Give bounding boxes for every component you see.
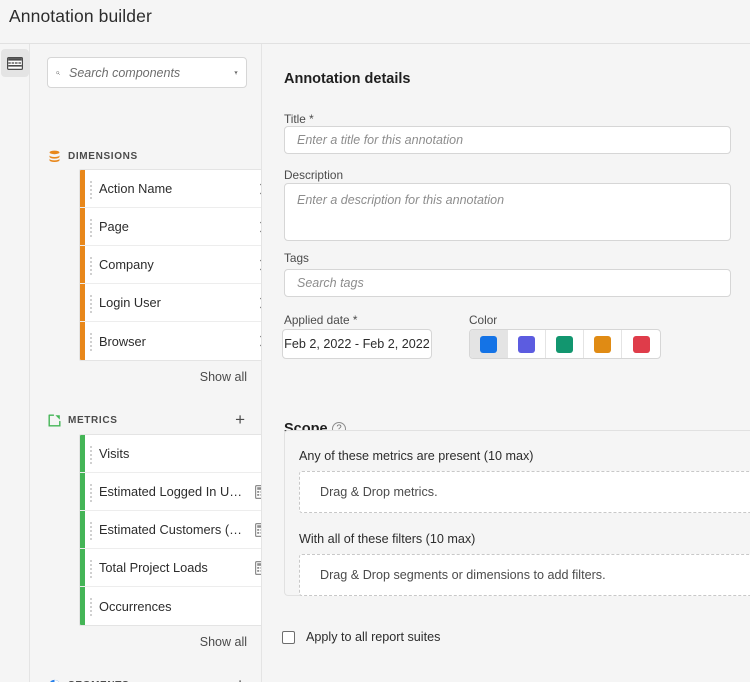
table-grid-icon-button[interactable] xyxy=(1,49,29,77)
chevron-right-icon[interactable] xyxy=(260,335,262,347)
dimension-accent-bar xyxy=(80,170,85,207)
metric-accent-bar xyxy=(80,587,85,625)
section-header-dimensions: DIMENSIONS xyxy=(48,148,246,164)
chevron-right-icon[interactable] xyxy=(260,183,262,194)
chevron-right-icon[interactable] xyxy=(260,259,262,270)
apply-to-all-checkbox[interactable] xyxy=(282,630,295,644)
color-label: Color xyxy=(469,313,498,327)
list-item[interactable]: Browser xyxy=(80,322,262,360)
calculator-icon xyxy=(255,484,261,499)
scope-container: Any of these metrics are present (10 max… xyxy=(284,430,750,596)
search-components-field[interactable] xyxy=(47,57,247,88)
left-icon-rail xyxy=(0,44,30,682)
metric-accent-bar xyxy=(80,511,85,548)
metrics-dropzone-label: Any of these metrics are present (10 max… xyxy=(299,449,534,463)
dimension-accent-bar xyxy=(80,322,85,360)
metric-accent-bar xyxy=(80,549,85,586)
list-item-label: Occurrences xyxy=(99,598,172,614)
show-all-metrics[interactable]: Show all xyxy=(200,635,247,649)
chevron-right-icon[interactable] xyxy=(260,297,262,308)
show-all-dimensions[interactable]: Show all xyxy=(200,370,247,384)
list-item-label: Total Project Loads xyxy=(99,560,208,575)
list-item[interactable]: Company xyxy=(80,246,262,284)
list-item[interactable]: Action Name xyxy=(80,170,262,208)
drag-handle-icon[interactable] xyxy=(90,559,93,578)
list-item[interactable]: Page xyxy=(80,208,262,246)
calculator-icon xyxy=(255,522,261,537)
chevron-right-icon[interactable] xyxy=(260,221,262,232)
drag-handle-icon[interactable] xyxy=(90,180,93,199)
metric-accent-bar xyxy=(80,435,85,472)
segments-icon xyxy=(49,679,60,682)
drag-handle-icon[interactable] xyxy=(90,218,93,237)
drag-handle-icon[interactable] xyxy=(90,256,93,275)
drag-handle-icon[interactable] xyxy=(90,521,93,540)
color-swatch-orange[interactable] xyxy=(584,330,622,358)
list-item[interactable]: Total Project Loads xyxy=(80,549,261,587)
dimension-accent-bar xyxy=(80,284,85,321)
list-item-label: Estimated Customers (SPA) xyxy=(99,522,247,537)
filter-icon[interactable] xyxy=(234,66,238,80)
drag-handle-icon[interactable] xyxy=(90,598,93,616)
description-field-label: Description xyxy=(284,168,344,182)
section-header-segments: SEGMENTS + xyxy=(48,676,246,682)
color-swatch-group xyxy=(469,329,661,359)
metrics-icon xyxy=(48,414,61,426)
list-item[interactable]: Login User xyxy=(80,284,262,322)
table-grid-icon xyxy=(7,56,23,70)
tags-input[interactable] xyxy=(284,269,731,297)
tags-field-label: Tags xyxy=(284,251,309,265)
filters-dropzone-placeholder: Drag & Drop segments or dimensions to ad… xyxy=(320,568,606,582)
list-item-label: Visits xyxy=(99,446,130,461)
color-swatch-blue[interactable] xyxy=(470,330,508,358)
drag-handle-icon[interactable] xyxy=(90,294,93,313)
list-item-label: Estimated Logged In User... xyxy=(99,484,247,499)
list-item[interactable]: Estimated Customers (SPA) xyxy=(80,511,261,549)
applied-date-picker[interactable]: Feb 2, 2022 - Feb 2, 2022 xyxy=(282,329,432,359)
section-label-metrics: METRICS xyxy=(68,414,118,426)
applied-date-label: Applied date * xyxy=(284,313,358,327)
add-metric-button[interactable]: + xyxy=(235,411,246,428)
drag-handle-icon[interactable] xyxy=(90,333,93,351)
metrics-list: Visits Estimated Logged In User... Estim… xyxy=(79,434,261,626)
app-header: Annotation builder xyxy=(0,0,750,44)
search-input[interactable] xyxy=(67,64,234,81)
metrics-dropzone-placeholder: Drag & Drop metrics. xyxy=(320,485,438,499)
list-item[interactable]: Visits xyxy=(80,435,261,473)
list-item-label: Page xyxy=(99,219,129,234)
dimension-accent-bar xyxy=(80,246,85,283)
apply-to-all-report-suites-row[interactable]: Apply to all report suites xyxy=(282,630,440,644)
components-panel: DIMENSIONS Action Name Page Company Logi… xyxy=(31,44,262,682)
section-label-dimensions: DIMENSIONS xyxy=(68,150,138,162)
color-swatch-red[interactable] xyxy=(622,330,660,358)
dimensions-stack-icon xyxy=(49,150,60,162)
list-item-label: Company xyxy=(99,257,154,272)
apply-to-all-label: Apply to all report suites xyxy=(306,630,441,644)
annotation-details-title: Annotation details xyxy=(284,71,411,87)
list-item-label: Action Name xyxy=(99,181,173,196)
search-icon xyxy=(56,70,60,75)
list-item[interactable]: Estimated Logged In User... xyxy=(80,473,261,511)
list-item-label: Browser xyxy=(99,333,146,349)
dimensions-list: Action Name Page Company Login User Brow… xyxy=(79,169,262,361)
page-title: Annotation builder xyxy=(9,6,152,26)
section-header-metrics: METRICS + xyxy=(48,411,246,428)
color-swatch-green[interactable] xyxy=(546,330,584,358)
metric-accent-bar xyxy=(80,473,85,510)
calculator-icon xyxy=(255,560,261,575)
description-textarea[interactable] xyxy=(284,183,731,241)
filters-dropzone[interactable]: Drag & Drop segments or dimensions to ad… xyxy=(299,554,750,596)
list-item[interactable]: Occurrences xyxy=(80,587,261,625)
title-field-label: Title * xyxy=(284,112,314,126)
dimension-accent-bar xyxy=(80,208,85,245)
title-input[interactable] xyxy=(284,126,731,154)
drag-handle-icon[interactable] xyxy=(90,445,93,464)
list-item-label: Login User xyxy=(99,295,161,310)
drag-handle-icon[interactable] xyxy=(90,483,93,502)
color-swatch-purple[interactable] xyxy=(508,330,546,358)
filters-dropzone-label: With all of these filters (10 max) xyxy=(299,532,476,546)
metrics-dropzone[interactable]: Drag & Drop metrics. xyxy=(299,471,750,513)
